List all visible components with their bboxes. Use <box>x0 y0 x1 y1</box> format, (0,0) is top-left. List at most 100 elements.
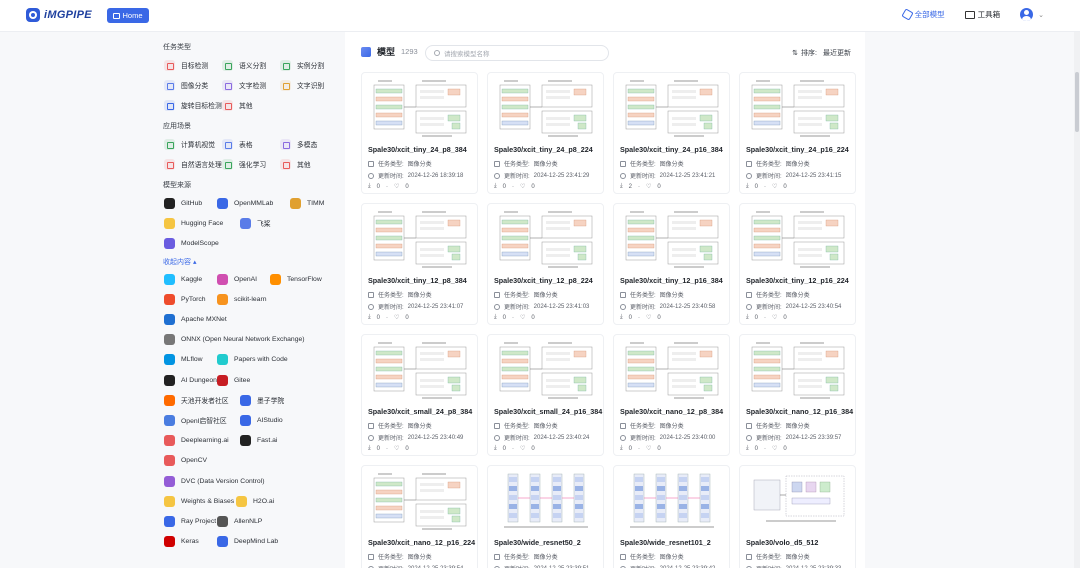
filter-option-icon <box>280 79 291 91</box>
filter-option[interactable]: ModelScope <box>164 235 219 251</box>
filter-option[interactable]: Deeplearning.ai <box>164 433 229 449</box>
filter-option[interactable]: 其他 <box>222 97 280 113</box>
filter-option[interactable]: 语义分割 <box>222 57 280 73</box>
filter-option[interactable]: OpenAI <box>217 271 257 287</box>
filter-option[interactable]: 飞桨 <box>240 215 271 231</box>
model-card[interactable]: Spale30/xcit_nano_12_p8_384 任务类型: 图像分类 更… <box>613 334 730 456</box>
model-card[interactable]: Spale30/xcit_tiny_24_p16_384 任务类型: 图像分类 … <box>613 72 730 194</box>
filter-option[interactable]: 目标检测 <box>164 57 222 73</box>
task-value: 图像分类 <box>785 162 810 168</box>
model-card[interactable]: Spale30/xcit_nano_12_p16_384 任务类型: 图像分类 … <box>739 334 856 456</box>
model-name[interactable]: Spale30/xcit_nano_12_p8_384 <box>620 407 723 416</box>
home-button[interactable]: Home <box>107 8 149 23</box>
filter-option[interactable]: Keras <box>164 534 199 550</box>
model-card[interactable]: Spale30/xcit_tiny_12_p16_384 任务类型: 图像分类 … <box>613 203 730 325</box>
filter-option-icon <box>164 536 175 548</box>
filter-option[interactable]: Weights & Biases <box>164 493 234 509</box>
filter-option[interactable]: Fast.ai <box>240 433 277 449</box>
model-name[interactable]: Spale30/xcit_tiny_12_p16_224 <box>746 276 849 285</box>
model-name[interactable]: Spale30/xcit_tiny_24_p8_224 <box>494 145 593 154</box>
filter-option[interactable]: Apache MXNet <box>164 311 227 327</box>
filter-option[interactable]: 墨子学院 <box>240 392 284 408</box>
filter-option[interactable]: ONNX (Open Neural Network Exchange) <box>164 332 305 348</box>
page-scrollbar[interactable] <box>1074 32 1080 568</box>
model-name[interactable]: Spale30/xcit_small_24_p8_384 <box>368 407 472 416</box>
filter-option[interactable]: 天池开发者社区 <box>164 392 229 408</box>
model-name[interactable]: Spale30/xcit_tiny_24_p16_384 <box>620 145 723 154</box>
filter-option-label: Hugging Face <box>181 219 224 227</box>
filter-option[interactable]: Papers with Code <box>217 352 288 368</box>
model-card[interactable]: Spale30/volo_d5_512 任务类型: 图像分类 更新时间: 202… <box>739 465 856 568</box>
filter-option[interactable]: 其他 <box>280 156 338 172</box>
filter-option-label: GitHub <box>181 199 203 207</box>
model-name[interactable]: Spale30/xcit_tiny_24_p16_224 <box>746 145 849 154</box>
filter-option[interactable]: AIStudio <box>240 412 283 428</box>
heart-icon: ♡ <box>772 446 778 452</box>
model-name[interactable]: Spale30/xcit_nano_12_p16_224 <box>368 538 475 547</box>
filter-option[interactable]: Gitee <box>217 372 250 388</box>
filter-option[interactable]: DeepMind Lab <box>217 534 278 550</box>
filter-option[interactable]: DVC (Data Version Control) <box>164 473 264 489</box>
filter-option[interactable]: TIMM <box>290 195 324 211</box>
filter-option[interactable]: 文字识别 <box>280 77 338 93</box>
model-name[interactable]: Spale30/xcit_tiny_12_p8_224 <box>494 276 593 285</box>
filter-option[interactable]: 实例分割 <box>280 57 338 73</box>
heart-icon: ♡ <box>394 315 400 321</box>
download-count: 0 <box>502 445 506 452</box>
filter-option[interactable]: 文字检测 <box>222 77 280 93</box>
model-card[interactable]: Spale30/xcit_tiny_24_p8_384 任务类型: 图像分类 更… <box>361 72 478 194</box>
model-stats-row: ⤓ 0 · ♡ 0 <box>368 183 409 190</box>
download-icon: ⤓ <box>368 445 371 451</box>
model-task-row: 任务类型: 图像分类 <box>620 421 684 430</box>
model-name[interactable]: Spale30/wide_resnet101_2 <box>620 538 711 547</box>
filter-option[interactable]: AllenNLP <box>217 513 262 529</box>
filter-option[interactable]: scikit-learn <box>217 291 266 307</box>
model-card[interactable]: Spale30/xcit_tiny_24_p16_224 任务类型: 图像分类 … <box>739 72 856 194</box>
filter-option[interactable]: GitHub <box>164 195 202 211</box>
model-card[interactable]: Spale30/xcit_nano_12_p16_224 任务类型: 图像分类 … <box>361 465 478 568</box>
model-name[interactable]: Spale30/wide_resnet50_2 <box>494 538 581 547</box>
filter-option[interactable]: 旋转目标检测 <box>164 97 222 113</box>
filter-option[interactable]: MLflow <box>164 352 203 368</box>
filter-option[interactable]: Ray Project <box>164 513 216 529</box>
model-card[interactable]: Spale30/xcit_small_24_p16_384 任务类型: 图像分类… <box>487 334 604 456</box>
model-time-row: 更新时间: 2024-12-25 23:41:29 <box>494 171 589 180</box>
model-card[interactable]: Spale30/xcit_tiny_12_p8_224 任务类型: 图像分类 更… <box>487 203 604 325</box>
filter-option[interactable]: AI Dungeon <box>164 372 217 388</box>
model-card[interactable]: Spale30/wide_resnet50_2 任务类型: 图像分类 更新时间:… <box>487 465 604 568</box>
filter-option[interactable]: OpenMMLab <box>217 195 273 211</box>
user-menu[interactable]: ⌄ <box>1020 8 1044 21</box>
model-card[interactable]: Spale30/xcit_tiny_12_p8_384 任务类型: 图像分类 更… <box>361 203 478 325</box>
filter-option[interactable]: 多模态 <box>280 136 338 152</box>
source-more-options: Kaggle OpenAI TensorFlow PyTorch scikit-lear… <box>164 271 340 554</box>
site-logo[interactable]: iMGPIPE <box>26 8 92 22</box>
model-name[interactable]: Spale30/xcit_small_24_p16_384 <box>494 407 602 416</box>
model-card[interactable]: Spale30/xcit_tiny_12_p16_224 任务类型: 图像分类 … <box>739 203 856 325</box>
all-models-link[interactable]: 全部模型 <box>900 8 945 21</box>
collapse-toggle[interactable]: 收起内容 ▴ <box>163 257 340 267</box>
filter-option[interactable]: OpenCV <box>164 453 207 469</box>
filter-option[interactable]: OpenI启智社区 <box>164 412 227 428</box>
search-input[interactable]: 请搜索模型名称 <box>425 45 609 61</box>
model-name[interactable]: Spale30/xcit_tiny_12_p8_384 <box>368 276 467 285</box>
sort-dropdown[interactable]: ⇅ 排序: 最近更新 <box>792 48 851 58</box>
filter-option[interactable]: H2O.ai <box>236 493 274 509</box>
toolbox-link[interactable]: 工具箱 <box>964 9 1000 20</box>
model-name[interactable]: Spale30/xcit_nano_12_p16_384 <box>746 407 853 416</box>
model-name[interactable]: Spale30/xcit_tiny_12_p16_384 <box>620 276 723 285</box>
filter-option[interactable]: Hugging Face <box>164 215 223 231</box>
filter-option[interactable]: Kaggle <box>164 271 202 287</box>
model-name[interactable]: Spale30/xcit_tiny_24_p8_384 <box>368 145 467 154</box>
scrollbar-thumb[interactable] <box>1075 72 1079 132</box>
model-name[interactable]: Spale30/volo_d5_512 <box>746 538 818 547</box>
model-card[interactable]: Spale30/xcit_tiny_24_p8_224 任务类型: 图像分类 更… <box>487 72 604 194</box>
filter-option[interactable]: 强化学习 <box>222 156 280 172</box>
filter-option[interactable]: 图像分类 <box>164 77 222 93</box>
filter-option[interactable]: 计算机视觉 <box>164 136 222 152</box>
filter-option[interactable]: 表格 <box>222 136 280 152</box>
filter-option[interactable]: TensorFlow <box>270 271 322 287</box>
filter-option[interactable]: PyTorch <box>164 291 206 307</box>
model-card[interactable]: Spale30/xcit_small_24_p8_384 任务类型: 图像分类 … <box>361 334 478 456</box>
model-card[interactable]: Spale30/wide_resnet101_2 任务类型: 图像分类 更新时间… <box>613 465 730 568</box>
filter-option[interactable]: 自然语言处理 <box>164 156 222 172</box>
